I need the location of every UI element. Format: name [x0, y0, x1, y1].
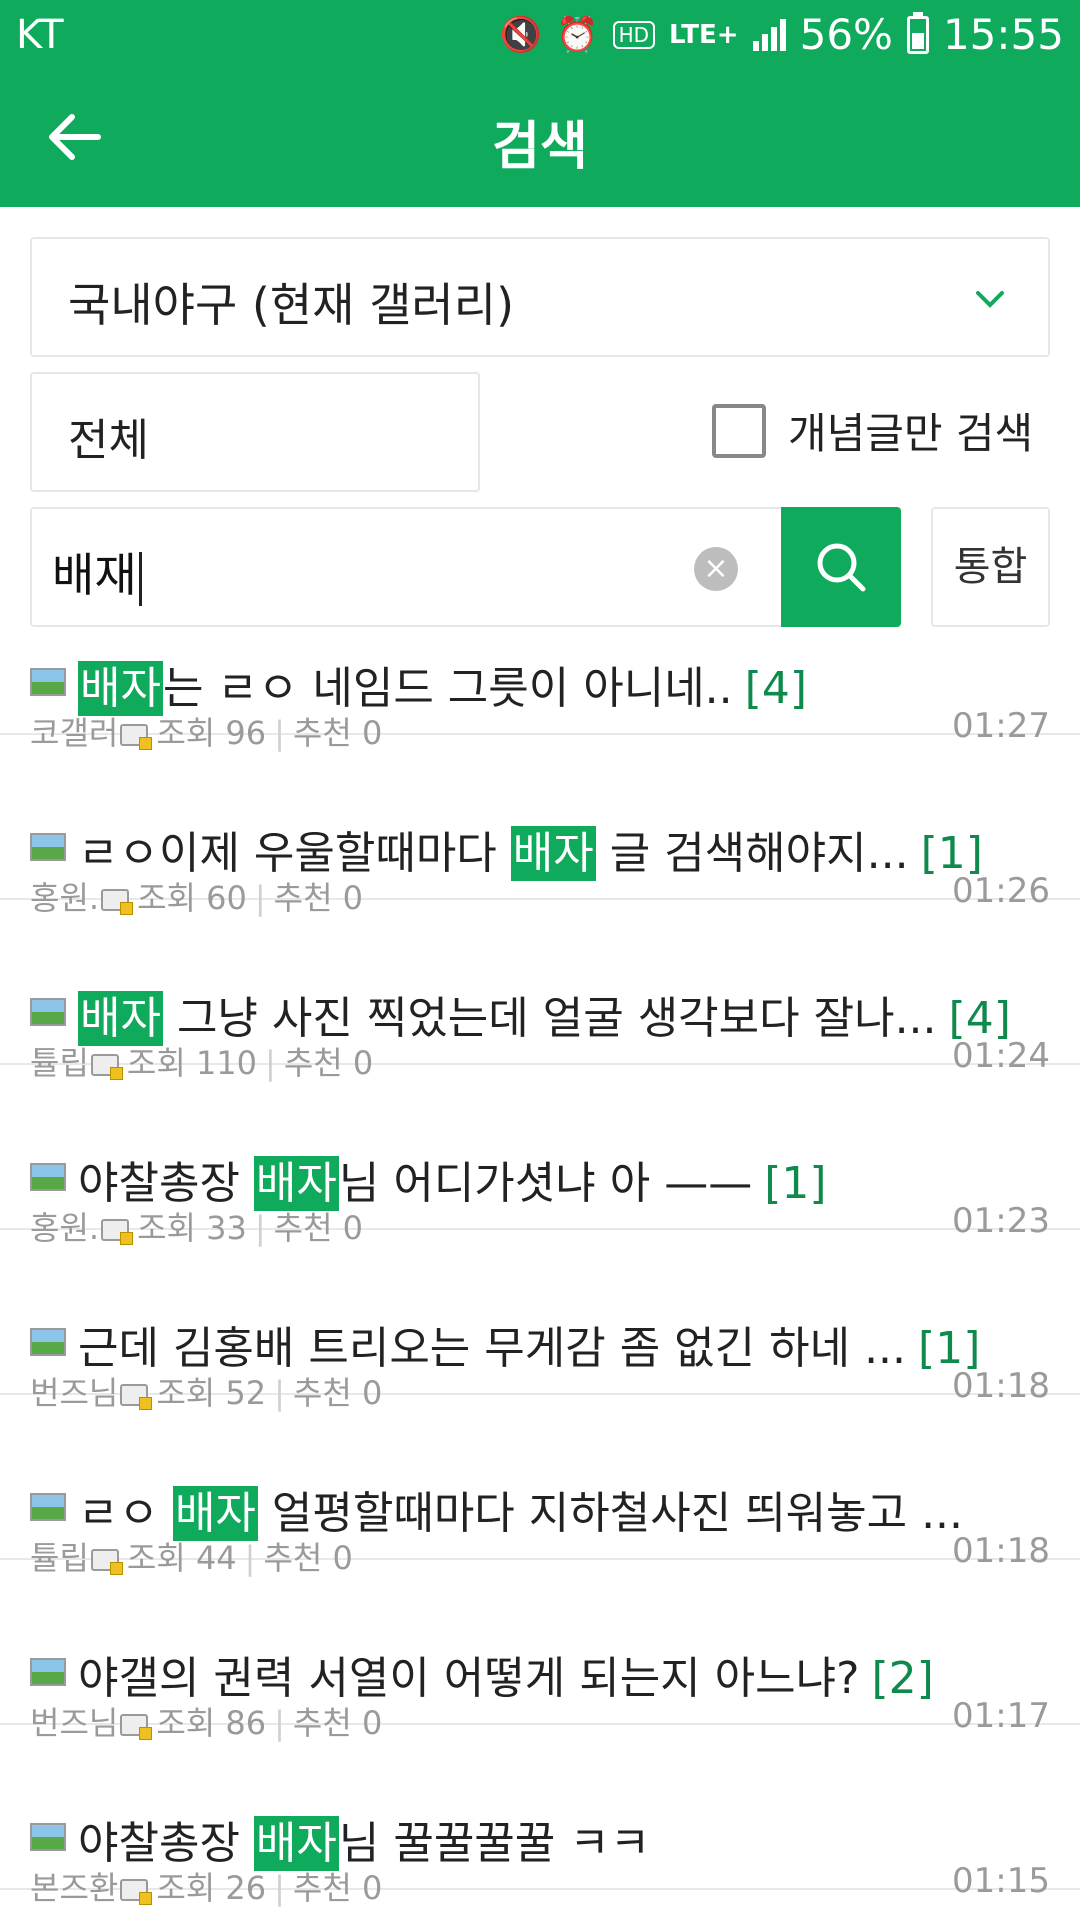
battery-icon [906, 11, 929, 54]
result-meta: 본즈환 조회 26 | 추천 0 [30, 1863, 382, 1909]
result-title: 야찰총장 배자님 어디가셧냐 아 —— [1] [78, 1147, 1050, 1211]
result-title: 배자 그냥 사진 찍었는데 얼굴 생각보다 잘나... [4] [78, 982, 1050, 1046]
search-input[interactable]: 배재 × [30, 507, 782, 627]
keyword-highlight: 배자 [510, 826, 596, 881]
result-row[interactable]: 배자는 ㄹㅇ 네임드 그릇이 아니네.. [4] 코갤러 조회 96 | 추천 0 01:2… [0, 652, 1080, 752]
result-title: 야갤의 권력 서열이 어떻게 되는지 아느냐? [2] [78, 1642, 1050, 1706]
search-input-value: 배재 [52, 539, 142, 606]
title-text: 님 어디가셧냐 아 —— [338, 1158, 753, 1209]
image-post-icon [30, 998, 66, 1026]
app-bar: 검색 [0, 72, 1080, 207]
result-title: ㄹㅇ 배자 얼평할때마다 지하철사진 띄워놓고 ... [78, 1477, 1050, 1541]
result-row[interactable]: ㄹㅇ이제 우울할때마다 배자 글 검색해야지... [1] 홍원. 조회 60 | 추천 … [0, 735, 1080, 917]
result-title: 배자는 ㄹㅇ 네임드 그릇이 아니네.. [4] [78, 652, 1050, 716]
gallery-select[interactable]: 국내야구 (현재 갤러리) [30, 237, 1050, 357]
hd-voice-icon: HD [612, 20, 656, 49]
gallery-select-value: 국내야구 (현재 갤러리) [68, 278, 515, 332]
chevron-down-icon [976, 291, 1004, 308]
alarm-icon: ⏰ [556, 14, 599, 55]
title-text: 야찰총장 [78, 1818, 254, 1869]
title-text: 님 꿀꿀꿀꿀 ㅋㅋ [338, 1818, 651, 1869]
result-title: 근데 김홍배 트리오는 무게감 좀 없긴 하네 ... [1] [78, 1312, 1050, 1376]
clock: 15:55 [942, 10, 1064, 59]
image-post-icon [30, 1328, 66, 1356]
image-post-icon [30, 1823, 66, 1851]
result-row[interactable]: 야찰총장 배자님 어디가셧냐 아 —— [1] 홍원. 조회 33 | 추천 0 01:23 [0, 1065, 1080, 1247]
search-range-select[interactable]: 전체 [30, 372, 480, 492]
title-text: 얼평할때마다 지하철사진 띄워놓고 ... [257, 1488, 964, 1539]
result-row[interactable]: ㄹㅇ 배자 얼평할때마다 지하철사진 띄워놓고 ... 튤립 조회 44 | 추천 00… [0, 1395, 1080, 1577]
view-count: 조회 26 [156, 1869, 267, 1907]
network-type: LTE+ [669, 19, 739, 50]
fixed-nick-icon [120, 1879, 153, 1905]
title-text: 야찰총장 [78, 1158, 254, 1209]
results-list: 배자는 ㄹㅇ 네임드 그릇이 아니네.. [4] 코갤러 조회 96 | 추천 0 01:2… [0, 652, 1080, 1920]
result-title: ㄹㅇ이제 우울할때마다 배자 글 검색해야지... [1] [78, 817, 1050, 881]
image-post-icon [30, 1493, 66, 1521]
image-post-icon [30, 833, 66, 861]
title-text: 그냥 사진 찍었는데 얼굴 생각보다 잘나... [162, 993, 937, 1044]
result-row[interactable]: 야찰총장 배자님 꿀꿀꿀꿀 ㅋㅋ 본즈환 조회 26 | 추천 0 01:15 [0, 1725, 1080, 1907]
status-bar: KT 🔇 ⏰ HD LTE+ 56% 15:55 [0, 0, 1080, 72]
post-time: 01:15 [952, 1861, 1050, 1901]
search-range-value: 전체 [68, 415, 149, 466]
result-row[interactable]: 근데 김홍배 트리오는 무게감 좀 없긴 하네 ... [1] 번즈님 조회 52 | 추… [0, 1230, 1080, 1412]
carrier-label: KT [16, 12, 64, 58]
image-post-icon [30, 1658, 66, 1686]
title-text: ㄹㅇ [78, 1488, 173, 1539]
concept-only-checkbox[interactable] [712, 403, 766, 458]
search-icon [817, 543, 866, 592]
title-text: 는 ㄹㅇ 네임드 그릇이 아니네.. [162, 663, 733, 714]
unified-search-button[interactable]: 통합 [931, 507, 1050, 627]
signal-icon [752, 18, 786, 51]
title-text: 근데 김홍배 트리오는 무게감 좀 없긴 하네 ... [78, 1323, 907, 1374]
title-text: 글 검색해야지... [595, 828, 909, 879]
title-text: ㄹㅇ이제 우울할때마다 [78, 828, 511, 879]
result-row[interactable]: 야갤의 권력 서열이 어떻게 되는지 아느냐? [2] 번즈님 조회 86 | 추천 00… [0, 1560, 1080, 1742]
vibrate-mute-icon: 🔇 [499, 14, 543, 55]
concept-only-toggle[interactable]: 개념글만 검색 [712, 400, 1033, 461]
image-post-icon [30, 1163, 66, 1191]
title-text: 야갤의 권력 서열이 어떻게 되는지 아느냐? [78, 1653, 860, 1704]
clear-icon[interactable]: × [694, 547, 738, 591]
text-caret [138, 551, 142, 606]
author-name: 본즈환 [30, 1869, 119, 1907]
status-icons: 🔇 ⏰ HD LTE+ 56% 15:55 [500, 10, 1064, 59]
image-post-icon [30, 668, 66, 696]
meta-divider: | [274, 1869, 285, 1907]
result-title: 야찰총장 배자님 꿀꿀꿀꿀 ㅋㅋ [78, 1807, 1050, 1871]
page-title: 검색 [492, 117, 588, 177]
comment-count: [4] [744, 663, 807, 714]
recommend-count: 추천 0 [292, 1869, 383, 1907]
search-button[interactable] [781, 507, 901, 627]
comment-count: [1] [764, 1158, 827, 1209]
comment-count: [2] [871, 1653, 934, 1704]
battery-percent: 56% [799, 10, 893, 59]
result-row[interactable]: 배자 그냥 사진 찍었는데 얼굴 생각보다 잘나... [4] 튤립 조회 110 | 추… [0, 900, 1080, 1082]
concept-only-label: 개념글만 검색 [788, 409, 1034, 458]
